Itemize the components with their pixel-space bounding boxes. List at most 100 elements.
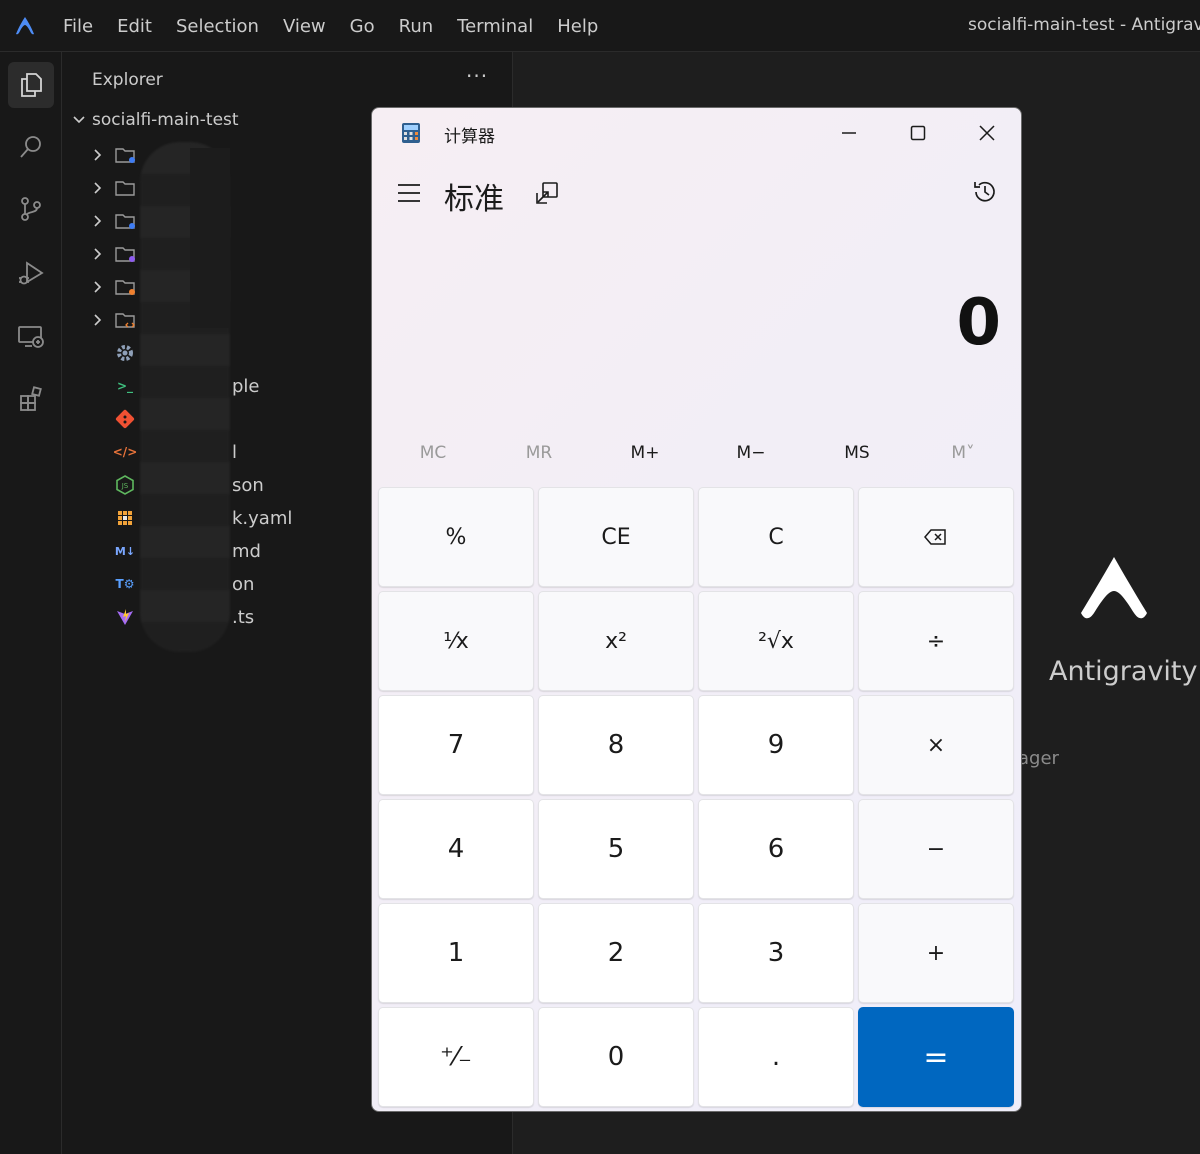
extensions-icon[interactable] [8, 376, 54, 422]
add-button[interactable]: + [858, 903, 1014, 1003]
explorer-title: Explorer [92, 70, 163, 90]
product-name: Antigravity [1049, 656, 1198, 687]
reciprocal-button[interactable]: ¹⁄x [378, 591, 534, 691]
tree-folder[interactable] [90, 173, 138, 203]
digit-6-button[interactable]: 6 [698, 799, 854, 899]
desktop-screen: File Edit Selection View Go Run Terminal… [0, 0, 1200, 1154]
window-title: socialfi-main-test - Antigravit [968, 15, 1200, 35]
digit-9-button[interactable]: 9 [698, 695, 854, 795]
tree-file[interactable] [114, 404, 136, 434]
more-actions-icon[interactable]: ··· [466, 64, 488, 88]
calculator-app-title: 计算器 [444, 127, 495, 147]
root-folder[interactable]: socialfi-main-test [70, 110, 239, 130]
decimal-button[interactable]: . [698, 1007, 854, 1107]
welcome-hint-fragment[interactable]: ager [1018, 748, 1059, 769]
memory-store-button[interactable]: MS [804, 433, 910, 473]
square-root-button[interactable]: ²√x [698, 591, 854, 691]
search-icon[interactable] [8, 124, 54, 170]
menu-file[interactable]: File [63, 16, 93, 37]
multiply-button[interactable]: × [858, 695, 1014, 795]
digit-0-button[interactable]: 0 [538, 1007, 694, 1107]
square-button[interactable]: x² [538, 591, 694, 691]
remote-explorer-icon[interactable] [8, 314, 54, 360]
tree-folder[interactable] [90, 140, 138, 170]
digit-5-button[interactable]: 5 [538, 799, 694, 899]
terminal-file-icon: >_ [116, 379, 134, 393]
tree-file[interactable]: JS son [114, 470, 264, 500]
maximize-button[interactable] [883, 108, 952, 158]
keypad: % CE C ¹⁄x x² ²√x ÷ 7 8 9 × 4 5 6 − 1 2 [378, 487, 1016, 1107]
tree-folder[interactable] [90, 239, 138, 269]
tree-file[interactable]: k.yaml [114, 503, 292, 533]
calculator-header: 标准 [372, 166, 1021, 222]
memory-list-button[interactable]: M˅ [910, 433, 1016, 473]
tree-folder[interactable] [90, 305, 138, 335]
tree-folder[interactable] [90, 206, 138, 236]
menu-run[interactable]: Run [399, 16, 434, 37]
folder-icon [115, 148, 135, 163]
html-file-icon: </> [112, 445, 138, 459]
result-display: 0 [956, 286, 1001, 360]
run-debug-icon[interactable] [8, 250, 54, 296]
source-control-icon[interactable] [8, 186, 54, 232]
folder-icon [115, 181, 135, 196]
equals-button[interactable]: = [858, 1007, 1014, 1107]
hamburger-menu-icon[interactable] [396, 182, 422, 204]
nodejs-file-icon: JS [116, 475, 134, 495]
history-icon[interactable] [971, 178, 999, 206]
antigravity-logo-icon[interactable] [12, 13, 38, 39]
tsconfig-file-icon: T⚙ [115, 577, 135, 591]
memory-add-button[interactable]: M+ [592, 433, 698, 473]
memory-clear-button[interactable]: MC [380, 433, 486, 473]
antigravity-logo-icon [1081, 557, 1147, 619]
digit-2-button[interactable]: 2 [538, 903, 694, 1003]
menu-go[interactable]: Go [350, 16, 375, 37]
memory-subtract-button[interactable]: M− [698, 433, 804, 473]
folder-icon [115, 280, 135, 295]
file-name-fragment: l [232, 441, 238, 463]
digit-3-button[interactable]: 3 [698, 903, 854, 1003]
calculator-app-icon [402, 123, 420, 143]
gear-icon [117, 345, 133, 361]
menu-view[interactable]: View [283, 16, 326, 37]
maximize-icon [910, 125, 925, 141]
backspace-button[interactable] [858, 487, 1014, 587]
folder-icon [115, 313, 135, 328]
tree-file[interactable] [114, 338, 136, 368]
digit-7-button[interactable]: 7 [378, 695, 534, 795]
tree-file[interactable]: .ts [114, 602, 254, 632]
negate-button[interactable]: ⁺⁄₋ [378, 1007, 534, 1107]
svg-text:JS: JS [121, 482, 129, 490]
file-name-fragment: on [232, 573, 255, 595]
activity-bar [0, 52, 62, 1154]
tree-folder[interactable] [90, 272, 138, 302]
menu-terminal[interactable]: Terminal [457, 16, 533, 37]
keep-on-top-icon[interactable] [534, 180, 560, 206]
explorer-icon[interactable] [8, 62, 54, 108]
percent-button[interactable]: % [378, 487, 534, 587]
divide-button[interactable]: ÷ [858, 591, 1014, 691]
yaml-file-icon [118, 511, 132, 525]
git-file-icon [115, 409, 135, 429]
clear-button[interactable]: C [698, 487, 854, 587]
minimize-button[interactable] [814, 108, 883, 158]
chevron-right-icon [94, 314, 102, 326]
menu-edit[interactable]: Edit [117, 16, 152, 37]
subtract-button[interactable]: − [858, 799, 1014, 899]
chevron-down-icon [73, 116, 85, 124]
digit-4-button[interactable]: 4 [378, 799, 534, 899]
menu-selection[interactable]: Selection [176, 16, 259, 37]
digit-8-button[interactable]: 8 [538, 695, 694, 795]
close-icon [978, 125, 995, 141]
clear-entry-button[interactable]: CE [538, 487, 694, 587]
memory-recall-button[interactable]: MR [486, 433, 592, 473]
close-button[interactable] [952, 108, 1021, 158]
digit-1-button[interactable]: 1 [378, 903, 534, 1003]
menu-help[interactable]: Help [557, 16, 598, 37]
menu-bar: File Edit Selection View Go Run Terminal… [0, 0, 1200, 52]
file-name-fragment: md [232, 540, 261, 562]
file-name-fragment: .ts [232, 606, 255, 628]
minimize-icon [841, 132, 856, 134]
calculator-titlebar[interactable]: 计算器 [372, 108, 1021, 158]
root-folder-label: socialfi-main-test [92, 110, 239, 130]
